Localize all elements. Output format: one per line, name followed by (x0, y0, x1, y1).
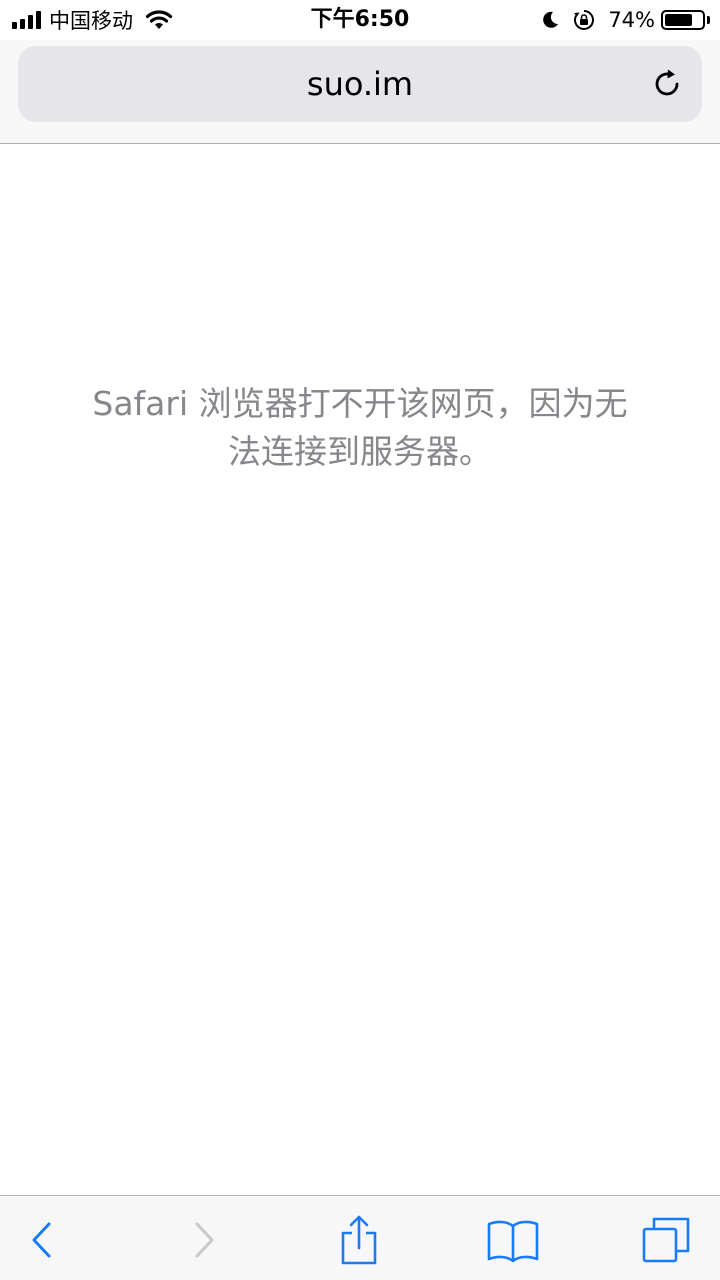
moon-icon (540, 10, 560, 30)
bookmarks-button[interactable] (485, 1212, 541, 1268)
top-chrome: suo.im (0, 40, 720, 144)
rotation-lock-icon (572, 8, 596, 32)
page-content: Safari 浏览器打不开该网页，因为无法连接到服务器。 (0, 144, 720, 1195)
tabs-button[interactable] (638, 1212, 694, 1268)
reload-button[interactable] (650, 67, 684, 101)
url-text[interactable]: suo.im (18, 46, 702, 122)
forward-icon (195, 1222, 214, 1258)
share-icon (341, 1215, 377, 1265)
error-message: Safari 浏览器打不开该网页，因为无法连接到服务器。 (92, 384, 628, 471)
address-bar[interactable]: suo.im (18, 46, 702, 122)
forward-button[interactable] (176, 1212, 232, 1268)
back-icon (32, 1222, 51, 1258)
bookmarks-icon (487, 1220, 539, 1263)
back-button[interactable] (14, 1212, 70, 1268)
share-button[interactable] (331, 1212, 387, 1268)
battery-cap (707, 16, 710, 24)
safari-screen: 中国移动 下午6:50 74% suo.im Safari 浏览器打不开该网页，… (0, 0, 720, 1280)
bottom-toolbar (0, 1195, 720, 1280)
battery-fill (665, 14, 692, 26)
status-bar: 中国移动 下午6:50 74% (0, 0, 720, 40)
battery-percent: 74% (608, 8, 655, 32)
battery-icon (661, 10, 705, 30)
tabs-icon (642, 1217, 690, 1263)
reload-icon (655, 69, 679, 96)
status-right: 74% (540, 6, 710, 34)
